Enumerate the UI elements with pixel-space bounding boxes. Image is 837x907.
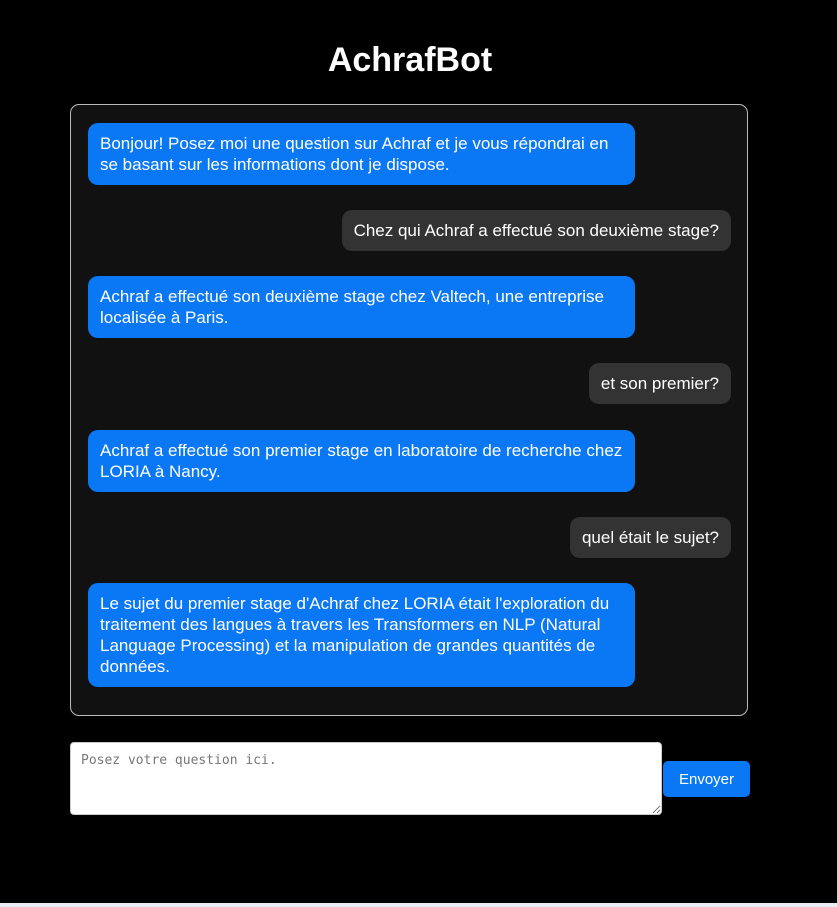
bottom-edge-strip: [0, 903, 837, 907]
send-button[interactable]: Envoyer: [663, 761, 750, 797]
bot-message: Achraf a effectué son deuxième stage che…: [88, 276, 635, 338]
user-message: quel était le sujet?: [569, 517, 731, 558]
chat-messages-panel[interactable]: Bonjour! Posez moi une question sur Achr…: [70, 104, 748, 716]
bot-message: Bonjour! Posez moi une question sur Achr…: [88, 123, 635, 185]
bot-message: Achraf a effectué son premier stage en l…: [88, 430, 635, 492]
page-title: AchrafBot: [327, 41, 493, 79]
user-message: Chez qui Achraf a effectué son deuxième …: [341, 210, 731, 251]
user-message: et son premier?: [588, 363, 731, 404]
bot-message: Le sujet du premier stage d'Achraf chez …: [88, 583, 635, 687]
question-input[interactable]: [70, 742, 662, 815]
